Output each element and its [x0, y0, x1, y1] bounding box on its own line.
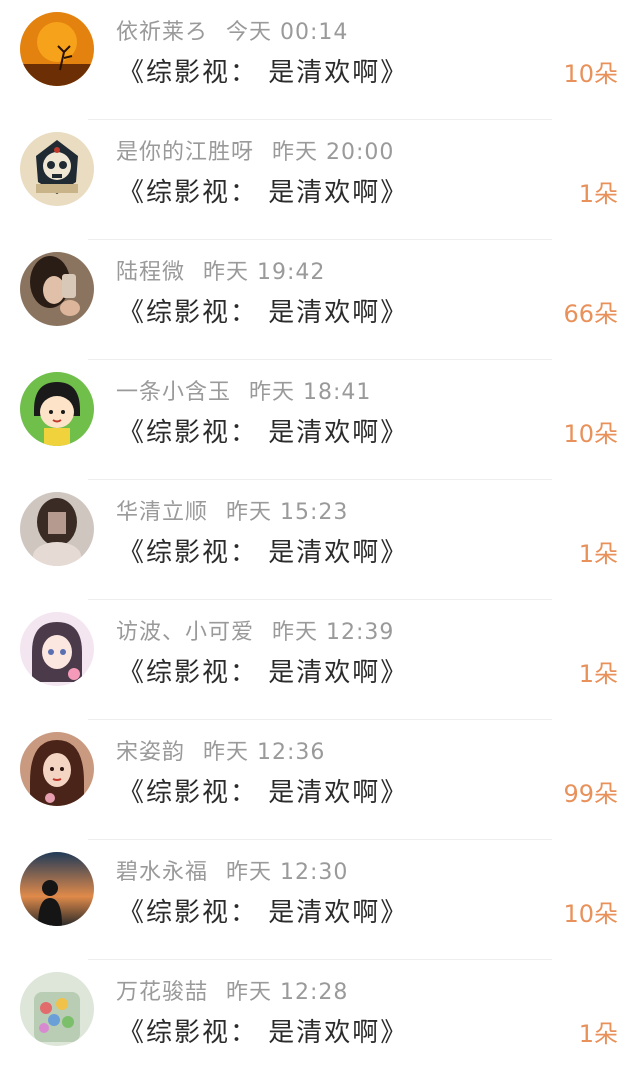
- book-title: 《综影视： 是清欢啊》: [118, 178, 409, 208]
- book-title: 《综影视： 是清欢啊》: [118, 898, 409, 928]
- timestamp: 昨天 18:41: [249, 380, 372, 405]
- list-item[interactable]: 陆程微 昨天 19:42 《综影视： 是清欢啊》 66朵: [0, 240, 640, 360]
- flower-count: 1朵: [578, 1020, 618, 1048]
- list-item[interactable]: 万花骏喆 昨天 12:28 《综影视： 是清欢啊》 1朵: [0, 960, 640, 1067]
- sender-meta: 陆程微 昨天 19:42: [116, 254, 325, 286]
- sender-meta: 宋姿韵 昨天 12:36: [116, 734, 325, 766]
- sender-meta: 华清立顺 昨天 15:23: [116, 494, 348, 526]
- woman-portrait-avatar[interactable]: [20, 732, 94, 806]
- sender-meta: 访波、小可爱 昨天 12:39: [116, 614, 394, 646]
- list-item[interactable]: 依祈莱ろ 今天 00:14 《综影视： 是清欢啊》 10朵: [0, 0, 640, 120]
- book-title: 《综影视： 是清欢啊》: [118, 1018, 409, 1048]
- sender-name: 是你的江胜呀: [116, 140, 255, 165]
- book-title: 《综影视： 是清欢啊》: [118, 658, 409, 688]
- flower-jar-avatar[interactable]: [20, 972, 94, 1046]
- sunset-tree-avatar[interactable]: [20, 12, 94, 86]
- flower-count: 99朵: [563, 780, 618, 808]
- timestamp: 昨天 19:42: [203, 260, 326, 285]
- list-item[interactable]: 访波、小可爱 昨天 12:39 《综影视： 是清欢啊》 1朵: [0, 600, 640, 720]
- timestamp: 今天 00:14: [226, 20, 349, 45]
- sender-name: 华清立顺: [116, 500, 209, 525]
- timestamp: 昨天 15:23: [226, 500, 349, 525]
- flower-count: 10朵: [563, 420, 618, 448]
- book-title: 《综影视： 是清欢啊》: [118, 538, 409, 568]
- sender-name: 万花骏喆: [116, 980, 209, 1005]
- book-title: 《综影视： 是清欢啊》: [118, 778, 409, 808]
- gift-record-list: 依祈莱ろ 今天 00:14 《综影视： 是清欢啊》 10朵 是你的江胜呀 昨天 20…: [0, 0, 640, 1067]
- sender-meta: 碧水永福 昨天 12:30: [116, 854, 348, 886]
- list-item[interactable]: 是你的江胜呀 昨天 20:00 《综影视： 是清欢啊》 1朵: [0, 120, 640, 240]
- timestamp: 昨天 12:36: [203, 740, 326, 765]
- book-title: 《综影视： 是清欢啊》: [118, 58, 409, 88]
- skull-red-ale-avatar[interactable]: [20, 132, 94, 206]
- timestamp: 昨天 12:39: [272, 620, 395, 645]
- list-item[interactable]: 碧水永福 昨天 12:30 《综影视： 是清欢啊》 10朵: [0, 840, 640, 960]
- blurred-photo-avatar[interactable]: [20, 492, 94, 566]
- list-item[interactable]: 一条小含玉 昨天 18:41 《综影视： 是清欢啊》 10朵: [0, 360, 640, 480]
- sender-meta: 一条小含玉 昨天 18:41: [116, 374, 371, 406]
- timestamp: 昨天 12:28: [226, 980, 349, 1005]
- timestamp: 昨天 20:00: [272, 140, 395, 165]
- flower-count: 10朵: [563, 60, 618, 88]
- flower-count: 1朵: [578, 180, 618, 208]
- book-title: 《综影视： 是清欢啊》: [118, 298, 409, 328]
- sender-name: 访波、小可爱: [116, 620, 255, 645]
- timestamp: 昨天 12:30: [226, 860, 349, 885]
- book-title: 《综影视： 是清欢啊》: [118, 418, 409, 448]
- sender-name: 一条小含玉: [116, 380, 232, 405]
- silhouette-sunset-avatar[interactable]: [20, 852, 94, 926]
- list-item[interactable]: 华清立顺 昨天 15:23 《综影视： 是清欢啊》 1朵: [0, 480, 640, 600]
- cartoon-girl-avatar[interactable]: [20, 372, 94, 446]
- sender-name: 碧水永福: [116, 860, 209, 885]
- sender-meta: 是你的江胜呀 昨天 20:00: [116, 134, 394, 166]
- sender-name: 陆程微: [116, 260, 186, 285]
- sender-meta: 依祈莱ろ 今天 00:14: [116, 14, 348, 46]
- sender-meta: 万花骏喆 昨天 12:28: [116, 974, 348, 1006]
- flower-count: 66朵: [563, 300, 618, 328]
- sender-name: 依祈莱ろ: [116, 20, 209, 45]
- girl-selfie-avatar[interactable]: [20, 252, 94, 326]
- flower-count: 1朵: [578, 660, 618, 688]
- flower-count: 10朵: [563, 900, 618, 928]
- sender-name: 宋姿韵: [116, 740, 186, 765]
- flower-count: 1朵: [578, 540, 618, 568]
- anime-girl-avatar[interactable]: [20, 612, 94, 686]
- list-item[interactable]: 宋姿韵 昨天 12:36 《综影视： 是清欢啊》 99朵: [0, 720, 640, 840]
